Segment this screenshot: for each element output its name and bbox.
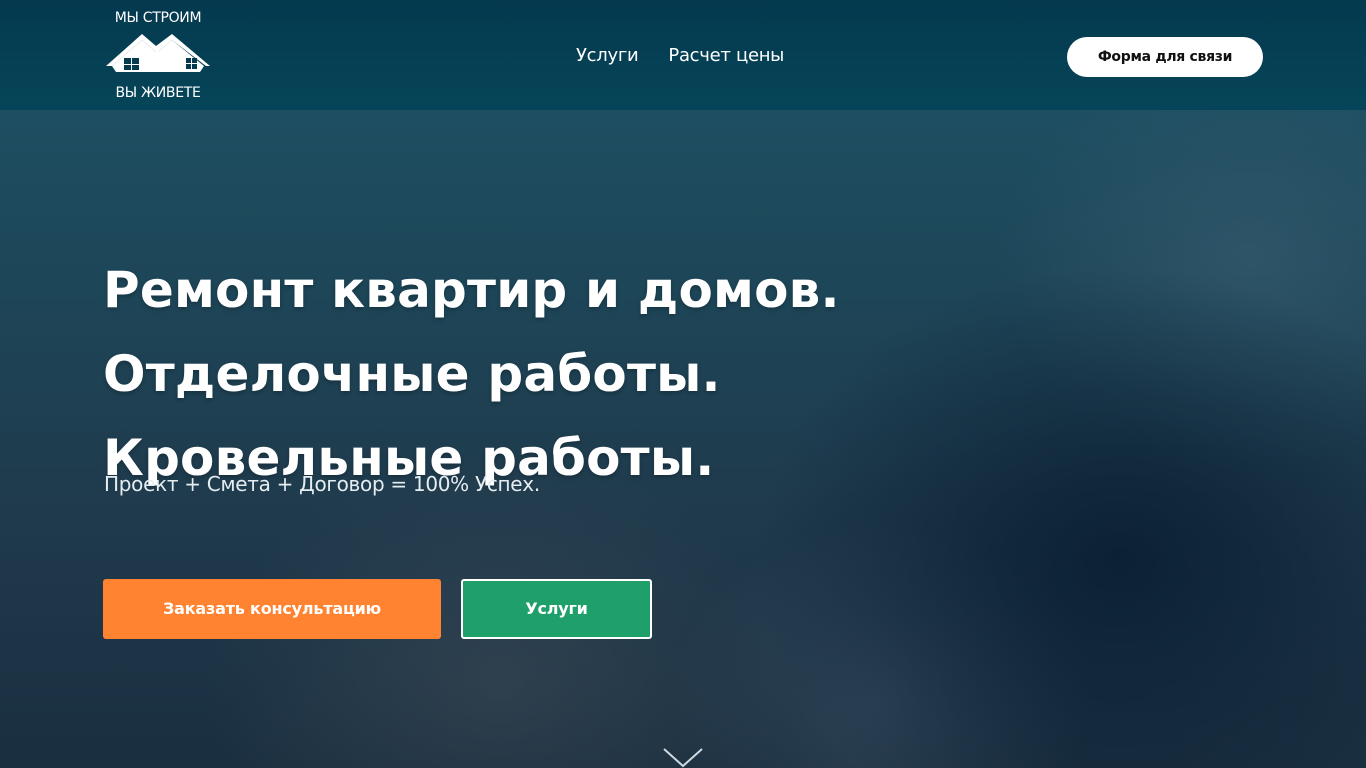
nav-item-services[interactable]: Услуги	[576, 45, 639, 66]
contact-form-button[interactable]: Форма для связи	[1067, 37, 1263, 77]
site-logo[interactable]: МЫ СТРОИМ ВЫ ЖИВЕТЕ	[104, 8, 212, 104]
services-button[interactable]: Услуги	[461, 579, 652, 639]
main-nav: Услуги Расчет цены	[576, 45, 784, 66]
headline-line-2: Отделочные работы.	[103, 345, 721, 403]
headline-line-1: Ремонт квартир и домов.	[103, 261, 840, 319]
house-roof-icon	[106, 34, 210, 72]
nav-item-price-calc[interactable]: Расчет цены	[668, 45, 784, 66]
site-header: МЫ СТРОИМ ВЫ ЖИВЕТЕ Услуги Расчет цены Ф…	[0, 0, 1366, 110]
hero-subheadline: Проект + Смета + Договор = 100% Успех.	[104, 472, 540, 496]
chevron-down-icon[interactable]	[663, 748, 703, 768]
logo-top-text: МЫ СТРОИМ	[114, 10, 202, 26]
order-consultation-button[interactable]: Заказать консультацию	[103, 579, 441, 639]
logo-bottom-text: ВЫ ЖИВЕТЕ	[115, 85, 201, 101]
hero-headline: Ремонт квартир и домов. Отделочные работ…	[103, 248, 1003, 500]
